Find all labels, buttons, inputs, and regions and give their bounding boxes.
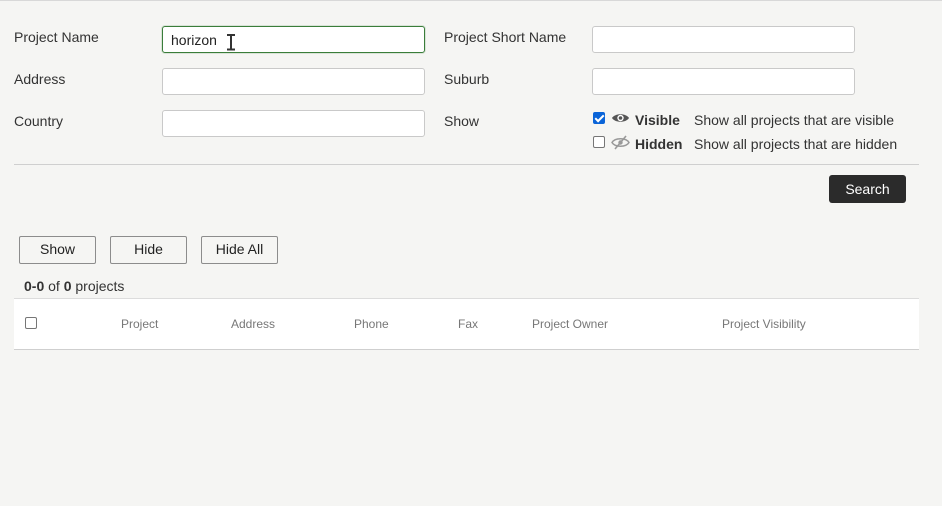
visible-option-label: Visible (635, 112, 680, 128)
hidden-option-description: Show all projects that are hidden (694, 136, 898, 152)
project-name-input[interactable] (162, 26, 425, 53)
text-cursor-icon (227, 34, 235, 50)
country-label: Country (14, 113, 64, 129)
hide-all-button[interactable]: Hide All (201, 236, 278, 264)
hidden-option-label: Hidden (635, 136, 683, 152)
visible-checkbox[interactable] (593, 112, 605, 124)
project-short-name-label: Project Short Name (444, 29, 567, 45)
column-header-address[interactable]: Address (231, 317, 275, 331)
results-unit: projects (75, 278, 125, 294)
suburb-label: Suburb (444, 71, 490, 87)
column-header-project-owner[interactable]: Project Owner (532, 317, 608, 331)
address-label: Address (14, 71, 66, 87)
eye-icon (612, 114, 629, 122)
show-button[interactable]: Show (19, 236, 96, 264)
suburb-input[interactable] (592, 68, 855, 95)
hidden-checkbox[interactable] (593, 136, 605, 148)
country-input[interactable] (162, 110, 425, 137)
column-header-phone[interactable]: Phone (354, 317, 389, 331)
hide-button[interactable]: Hide (110, 236, 187, 264)
column-header-project-visibility[interactable]: Project Visibility (722, 317, 806, 331)
select-all-checkbox[interactable] (25, 317, 37, 329)
show-label: Show (444, 113, 480, 129)
projects-table-header: Project Address Phone Fax Project Owner … (14, 298, 919, 350)
column-header-project[interactable]: Project (121, 317, 158, 331)
results-of: of (48, 278, 60, 294)
visible-option-description: Show all projects that are visible (694, 112, 894, 128)
results-total: 0 (63, 278, 72, 294)
results-count: 0-0 of 0 projects (24, 278, 124, 294)
project-short-name-input[interactable] (592, 26, 855, 53)
column-header-fax[interactable]: Fax (458, 317, 478, 331)
address-input[interactable] (162, 68, 425, 95)
results-range: 0-0 (24, 278, 45, 294)
filter-divider (14, 164, 919, 165)
eye-slash-icon (611, 135, 630, 150)
project-name-label: Project Name (14, 29, 99, 45)
search-button[interactable]: Search (829, 175, 906, 203)
